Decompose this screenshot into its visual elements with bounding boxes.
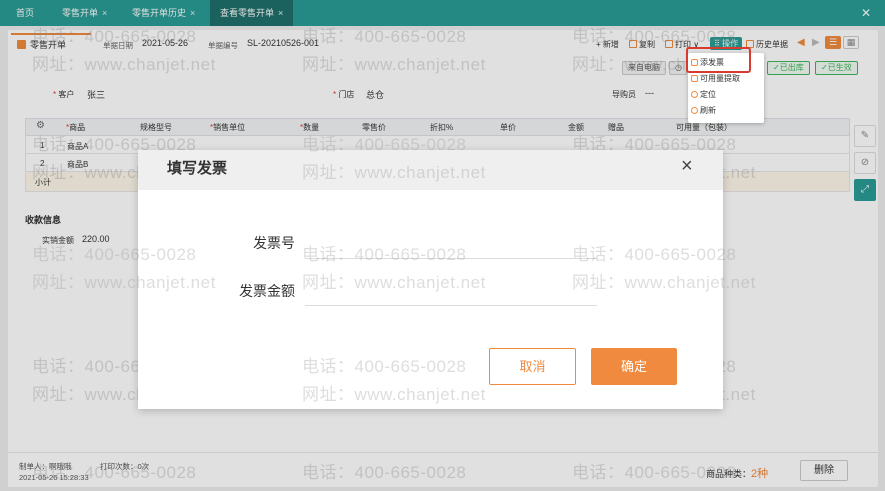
modal-title: 填写发票 [167,160,228,177]
menu-item-refresh[interactable]: 刷新 [688,103,764,118]
invoice-amount-input[interactable] [305,305,597,306]
invoice-no-input[interactable] [305,258,597,259]
menu-item-locate[interactable]: 定位 [688,87,764,102]
menu-label: 可用量提取 [700,74,740,83]
invoice-no-label: 发票号 [253,235,295,251]
menu-item-extract-available[interactable]: 可用量提取 [688,71,764,86]
extract-icon [691,75,698,82]
menu-label: 刷新 [700,106,716,115]
highlight-box [686,47,751,73]
locate-icon [691,91,698,98]
close-icon[interactable]: × [681,156,693,176]
menu-label: 定位 [700,90,716,99]
cancel-button[interactable]: 取消 [489,348,576,385]
invoice-amount-label: 发票金额 [239,283,295,299]
confirm-button[interactable]: 确定 [591,348,677,385]
refresh-icon [691,107,698,114]
